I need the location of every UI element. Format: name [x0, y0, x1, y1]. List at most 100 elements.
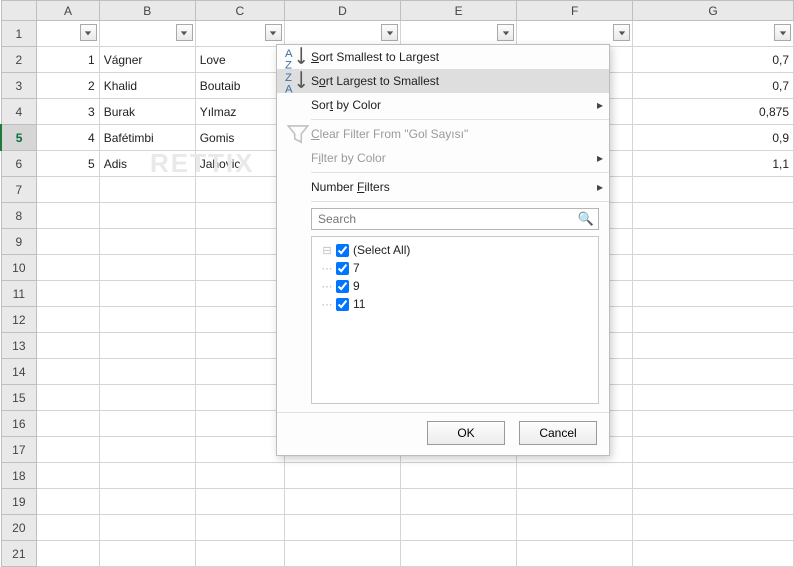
row-header[interactable]: 10 [1, 255, 37, 281]
table-header-G[interactable]: Ortalama Gol Sayısı [633, 21, 794, 47]
empty-cell[interactable] [99, 463, 195, 489]
empty-cell[interactable] [37, 515, 100, 541]
empty-cell[interactable] [37, 541, 100, 567]
empty-cell[interactable] [37, 281, 100, 307]
empty-cell[interactable] [99, 255, 195, 281]
row-header[interactable]: 5 [1, 125, 37, 151]
table-cell[interactable]: 1,1 [633, 151, 794, 177]
empty-cell[interactable] [517, 515, 633, 541]
sort-descending-item[interactable]: ZA Sort Largest to Smallest [277, 69, 609, 93]
empty-cell[interactable] [633, 385, 794, 411]
empty-cell[interactable] [99, 411, 195, 437]
empty-cell[interactable] [99, 385, 195, 411]
select-all-corner[interactable] [1, 1, 37, 21]
row-header[interactable]: 9 [1, 229, 37, 255]
empty-cell[interactable] [284, 489, 400, 515]
empty-cell[interactable] [401, 515, 517, 541]
table-cell[interactable]: 4 [37, 125, 100, 151]
empty-cell[interactable] [195, 515, 284, 541]
ok-button[interactable]: OK [427, 421, 505, 445]
empty-cell[interactable] [284, 515, 400, 541]
empty-cell[interactable] [633, 541, 794, 567]
row-header[interactable]: 2 [1, 47, 37, 73]
table-header-E[interactable]: Maç Sayısı [401, 21, 517, 47]
empty-cell[interactable] [633, 437, 794, 463]
row-header[interactable]: 15 [1, 385, 37, 411]
empty-cell[interactable] [195, 333, 284, 359]
empty-cell[interactable] [195, 463, 284, 489]
tree-toggle-icon[interactable]: ⊟ [318, 244, 336, 257]
col-header-D[interactable]: D [284, 1, 400, 21]
row-header[interactable]: 1 [1, 21, 37, 47]
empty-cell[interactable] [517, 489, 633, 515]
row-header[interactable]: 16 [1, 411, 37, 437]
table-cell[interactable]: 1 [37, 47, 100, 73]
empty-cell[interactable] [195, 437, 284, 463]
empty-cell[interactable] [37, 437, 100, 463]
row-header[interactable]: 19 [1, 489, 37, 515]
filter-value-row[interactable]: ⋯9 [318, 277, 592, 295]
empty-cell[interactable] [37, 255, 100, 281]
empty-cell[interactable] [99, 437, 195, 463]
empty-cell[interactable] [195, 541, 284, 567]
row-header[interactable]: 3 [1, 73, 37, 99]
empty-cell[interactable] [99, 307, 195, 333]
table-cell[interactable]: 3 [37, 99, 100, 125]
empty-cell[interactable] [99, 281, 195, 307]
filter-dropdown-button[interactable] [265, 24, 282, 41]
sort-by-color-item[interactable]: Sort by Color ▸ [277, 93, 609, 117]
table-cell[interactable]: Burak [99, 99, 195, 125]
table-cell[interactable]: Gomis [195, 125, 284, 151]
table-cell[interactable]: Jahovic [195, 151, 284, 177]
table-header-B[interactable]: Adı [99, 21, 195, 47]
empty-cell[interactable] [633, 489, 794, 515]
filter-value-checkbox[interactable] [336, 280, 349, 293]
empty-cell[interactable] [517, 463, 633, 489]
empty-cell[interactable] [37, 203, 100, 229]
empty-cell[interactable] [195, 177, 284, 203]
empty-cell[interactable] [633, 307, 794, 333]
empty-cell[interactable] [633, 255, 794, 281]
empty-cell[interactable] [99, 541, 195, 567]
col-header-E[interactable]: E [401, 1, 517, 21]
empty-cell[interactable] [37, 177, 100, 203]
empty-cell[interactable] [195, 307, 284, 333]
row-header[interactable]: 21 [1, 541, 37, 567]
empty-cell[interactable] [633, 203, 794, 229]
empty-cell[interactable] [195, 385, 284, 411]
table-cell[interactable]: Vágner [99, 47, 195, 73]
table-cell[interactable]: 0,875 [633, 99, 794, 125]
filter-value-row[interactable]: ⋯11 [318, 295, 592, 313]
filter-values-tree[interactable]: ⊟ (Select All) ⋯7⋯9⋯11 [311, 236, 599, 404]
col-header-F[interactable]: F [517, 1, 633, 21]
filter-dropdown-button[interactable] [774, 24, 791, 41]
empty-cell[interactable] [195, 489, 284, 515]
empty-cell[interactable] [195, 255, 284, 281]
filter-dropdown-panel[interactable]: AZ Sort Smallest to Largest ZA Sort Larg… [276, 44, 610, 456]
empty-cell[interactable] [401, 489, 517, 515]
empty-cell[interactable] [195, 281, 284, 307]
table-cell[interactable]: Love [195, 47, 284, 73]
table-header-A[interactable]: Sıra [37, 21, 100, 47]
empty-cell[interactable] [633, 463, 794, 489]
empty-cell[interactable] [37, 229, 100, 255]
empty-cell[interactable] [99, 359, 195, 385]
empty-cell[interactable] [195, 359, 284, 385]
col-header-C[interactable]: C [195, 1, 284, 21]
empty-cell[interactable] [633, 359, 794, 385]
empty-cell[interactable] [37, 411, 100, 437]
table-header-C[interactable]: Soyadı [195, 21, 284, 47]
empty-cell[interactable] [284, 541, 400, 567]
empty-cell[interactable] [37, 307, 100, 333]
col-header-B[interactable]: B [99, 1, 195, 21]
table-cell[interactable]: Boutaib [195, 73, 284, 99]
filter-dropdown-button[interactable] [613, 24, 630, 41]
empty-cell[interactable] [195, 203, 284, 229]
empty-cell[interactable] [99, 489, 195, 515]
filter-search-input[interactable] [316, 211, 578, 227]
table-cell[interactable]: Khalid [99, 73, 195, 99]
table-header-D[interactable]: Takımı [284, 21, 400, 47]
empty-cell[interactable] [37, 359, 100, 385]
filter-dropdown-button[interactable] [80, 24, 97, 41]
filter-dropdown-button[interactable] [497, 24, 514, 41]
